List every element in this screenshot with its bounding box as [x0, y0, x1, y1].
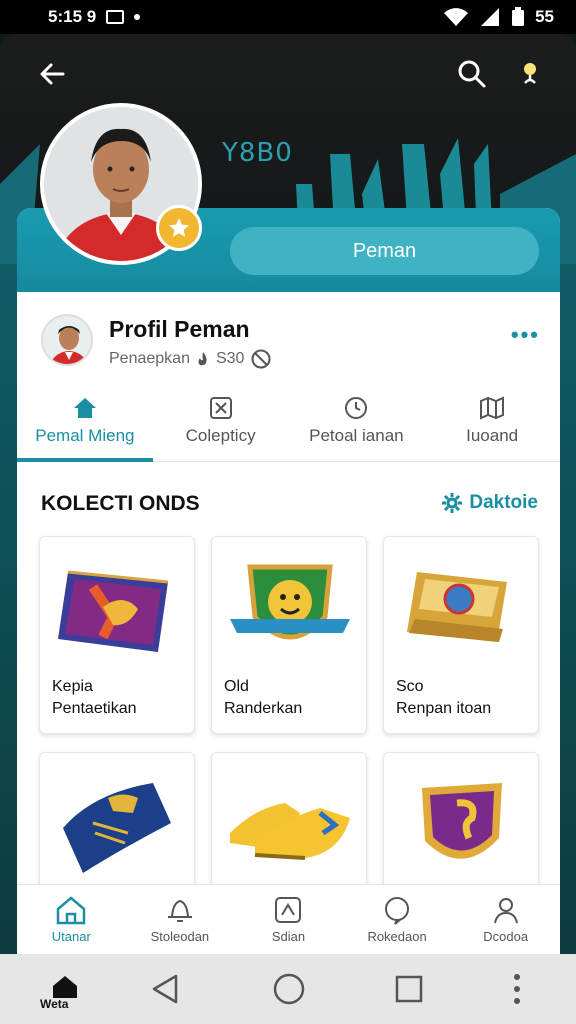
- shield-badge-icon: [230, 564, 350, 640]
- tab-label: Petoal ianan: [309, 425, 404, 445]
- lightbulb-icon: [524, 63, 536, 84]
- tab-collection[interactable]: Colepticy: [153, 380, 289, 461]
- system-menu-button[interactable]: [492, 964, 542, 1014]
- bottom-navigation: Utanar Stoleodan Sdian Rokedaon Dcodoa: [17, 884, 560, 954]
- collection-item[interactable]: Kepia Pentaetikan: [39, 536, 195, 734]
- tab-main[interactable]: Pemal Mieng: [17, 380, 153, 462]
- home-icon: [57, 896, 86, 925]
- user-icon: [493, 898, 518, 924]
- collection-icon: [209, 396, 232, 419]
- star-icon: [169, 218, 189, 237]
- nav-notifications[interactable]: Stoleodan: [126, 885, 235, 954]
- side-decoration: [560, 264, 576, 954]
- item-line1: Old: [224, 678, 249, 695]
- tab-bar: Pemal Mieng Colepticy Petoal ianan Iuoan…: [17, 380, 560, 462]
- section-settings-button[interactable]: Daktoie: [441, 492, 538, 514]
- item-line2: Pentaetikan: [52, 700, 137, 717]
- chat-icon: [385, 897, 410, 925]
- collection-item[interactable]: Old Randerkan: [211, 536, 367, 734]
- nav-side[interactable]: Sdian: [234, 885, 343, 954]
- status-bar: 5:15 9 55: [0, 0, 576, 34]
- side-decoration: [0, 264, 17, 954]
- nav-label: Dcodoa: [483, 929, 529, 944]
- item-name: Kepia Pentaetikan: [52, 676, 137, 720]
- avatar[interactable]: [41, 314, 93, 366]
- system-home-label: Weta: [40, 997, 69, 1011]
- profile-role: Penaepkan: [109, 350, 190, 367]
- back-button[interactable]: [32, 54, 72, 94]
- circle-home-icon: [273, 973, 305, 1005]
- section-action-label: Daktoie: [469, 492, 538, 513]
- gear-icon: [442, 493, 463, 513]
- tab-label: Colepticy: [185, 425, 256, 445]
- profile-row: Profil Peman Penaepkan S30 •••: [17, 292, 560, 380]
- tab-history[interactable]: Petoal ianan: [289, 380, 425, 461]
- nav-label: Stoleodan: [150, 929, 210, 944]
- search-icon: [458, 60, 486, 88]
- status-time: 5:15 9: [48, 7, 97, 26]
- tab-map[interactable]: Iuoand: [424, 380, 560, 461]
- system-home-button[interactable]: [264, 964, 314, 1014]
- battery-level: 55: [535, 7, 554, 26]
- item-line1: Kepia: [52, 678, 93, 695]
- more-options-button[interactable]: •••: [511, 322, 540, 348]
- signal-icon: [481, 8, 500, 26]
- nav-label: Utanar: [51, 929, 91, 944]
- crest-shield-icon: [422, 783, 502, 859]
- system-recents-button[interactable]: [384, 964, 434, 1014]
- tag-icon: [275, 897, 302, 923]
- profile-count: S30: [215, 350, 245, 367]
- item-line2: Renpan itoan: [396, 700, 492, 717]
- collection-item[interactable]: Sco Renpan itoan: [383, 536, 539, 734]
- tab-label: Pemal Mieng: [35, 425, 135, 445]
- scarf-icon: [63, 783, 171, 873]
- profile-card: Peman Profil Peman Penaepkan S30 ••• Pem…: [17, 208, 560, 968]
- nav-home[interactable]: Utanar: [17, 885, 126, 954]
- map-icon: [480, 395, 505, 420]
- person-avatar-icon: [43, 316, 91, 364]
- profile-name: Profil Peman: [109, 316, 250, 342]
- system-back-button[interactable]: [140, 964, 190, 1014]
- tab-label: Iuoand: [466, 425, 519, 445]
- item-name: Old Randerkan: [224, 676, 302, 720]
- search-button[interactable]: [452, 54, 492, 94]
- more-vertical-icon: [514, 974, 520, 1004]
- banner-text: Y8B0: [222, 138, 293, 168]
- triangle-back-icon: [152, 974, 178, 1004]
- flame-icon: [198, 352, 207, 366]
- clock-icon: [345, 396, 368, 419]
- item-line1: Sco: [396, 678, 424, 695]
- gold-plaque-icon: [407, 572, 507, 642]
- collection-section-header: KOLECTI ONDS Daktoie: [17, 462, 560, 536]
- item-name: Sco Renpan itoan: [396, 676, 491, 720]
- nav-messages[interactable]: Rokedaon: [343, 885, 452, 954]
- notification-icon: [106, 10, 125, 24]
- battery-icon: [512, 7, 525, 26]
- light-button[interactable]: [510, 54, 550, 94]
- sneakers-icon: [230, 803, 350, 860]
- item-line2: Randerkan: [224, 700, 303, 717]
- bell-icon: [167, 899, 192, 922]
- star-badge: [156, 205, 202, 251]
- banner-flag-icon: [58, 570, 169, 652]
- arrow-left-icon: [40, 63, 65, 85]
- nav-label: Sdian: [271, 929, 306, 944]
- dot-icon: [134, 14, 141, 20]
- system-navigation-bar: Weta: [0, 954, 576, 1024]
- home-icon: [73, 397, 96, 418]
- nav-profile[interactable]: Dcodoa: [451, 885, 560, 954]
- blocked-icon: [251, 349, 271, 369]
- square-recents-icon: [395, 975, 423, 1003]
- profile-subtitle: Penaepkan S30: [109, 348, 272, 370]
- player-button[interactable]: Peman: [230, 227, 539, 275]
- wifi-icon: [444, 8, 469, 26]
- section-title: KOLECTI ONDS: [41, 492, 200, 515]
- nav-label: Rokedaon: [367, 929, 427, 944]
